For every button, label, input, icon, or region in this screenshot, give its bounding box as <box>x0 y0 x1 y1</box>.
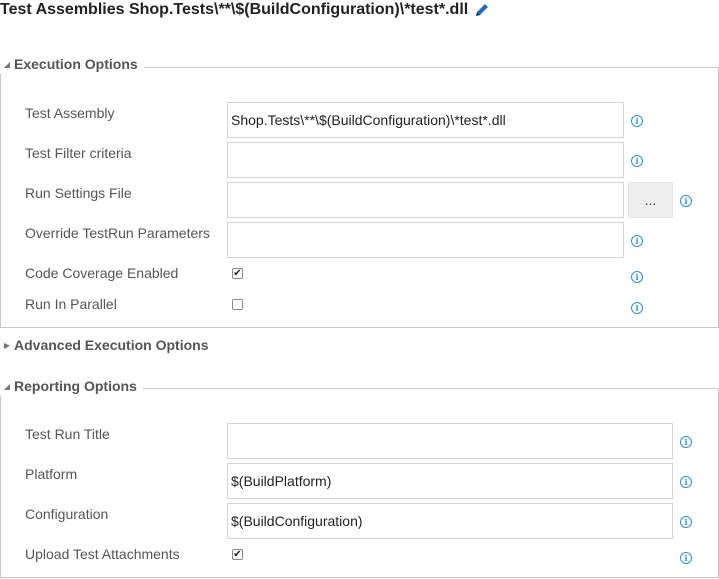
run-settings-label: Run Settings File <box>25 185 132 201</box>
browse-button[interactable]: ... <box>628 182 673 218</box>
test-assembly-label: Test Assembly <box>25 105 115 121</box>
task-title: Test Assemblies Shop.Tests\**\$(BuildCon… <box>0 0 490 20</box>
execution-options-header[interactable]: ◢ Execution Options <box>0 54 144 74</box>
info-icon[interactable]: i <box>680 516 692 528</box>
triangle-right-icon: ▶ <box>3 340 11 350</box>
advanced-options-header[interactable]: ▶ Advanced Execution Options <box>0 335 215 355</box>
pencil-icon[interactable] <box>474 2 490 18</box>
info-icon[interactable]: i <box>680 476 692 488</box>
info-icon[interactable]: i <box>680 552 692 564</box>
test-run-title-input[interactable] <box>227 423 673 459</box>
upload-attachments-checkbox[interactable]: ✔ <box>232 549 243 560</box>
task-title-text: Test Assemblies Shop.Tests\**\$(BuildCon… <box>0 1 469 18</box>
reporting-options-heading: Reporting Options <box>14 378 137 394</box>
reporting-options-header[interactable]: ◢ Reporting Options <box>0 376 143 396</box>
info-icon[interactable]: i <box>631 271 643 283</box>
platform-label: Platform <box>25 466 78 482</box>
code-coverage-checkbox[interactable]: ✔ <box>232 268 243 279</box>
code-coverage-label: Code Coverage Enabled <box>25 265 179 281</box>
test-run-title-label: Test Run Title <box>25 426 110 442</box>
test-filter-input[interactable] <box>227 142 624 178</box>
info-icon[interactable]: i <box>680 195 692 207</box>
info-icon[interactable]: i <box>631 302 643 314</box>
platform-input[interactable]: $(BuildPlatform) <box>227 463 673 499</box>
configuration-label: Configuration <box>25 506 109 522</box>
override-params-input[interactable] <box>227 222 624 258</box>
test-assembly-input[interactable]: Shop.Tests\**\$(BuildConfiguration)\*tes… <box>227 102 624 138</box>
info-icon[interactable]: i <box>680 436 692 448</box>
configuration-input[interactable]: $(BuildConfiguration) <box>227 503 673 539</box>
advanced-options-heading: Advanced Execution Options <box>14 337 209 353</box>
run-parallel-checkbox[interactable] <box>232 299 243 310</box>
override-params-label: Override TestRun Parameters <box>25 225 210 241</box>
info-icon[interactable]: i <box>631 115 643 127</box>
upload-attachments-label: Upload Test Attachments <box>25 546 180 562</box>
run-parallel-label: Run In Parallel <box>25 296 117 312</box>
info-icon[interactable]: i <box>631 235 643 247</box>
triangle-down-icon: ◢ <box>3 381 11 391</box>
run-settings-input[interactable] <box>227 182 624 218</box>
test-filter-label: Test Filter criteria <box>25 145 132 161</box>
execution-options-heading: Execution Options <box>14 56 138 72</box>
info-icon[interactable]: i <box>631 155 643 167</box>
triangle-down-icon: ◢ <box>3 59 11 69</box>
